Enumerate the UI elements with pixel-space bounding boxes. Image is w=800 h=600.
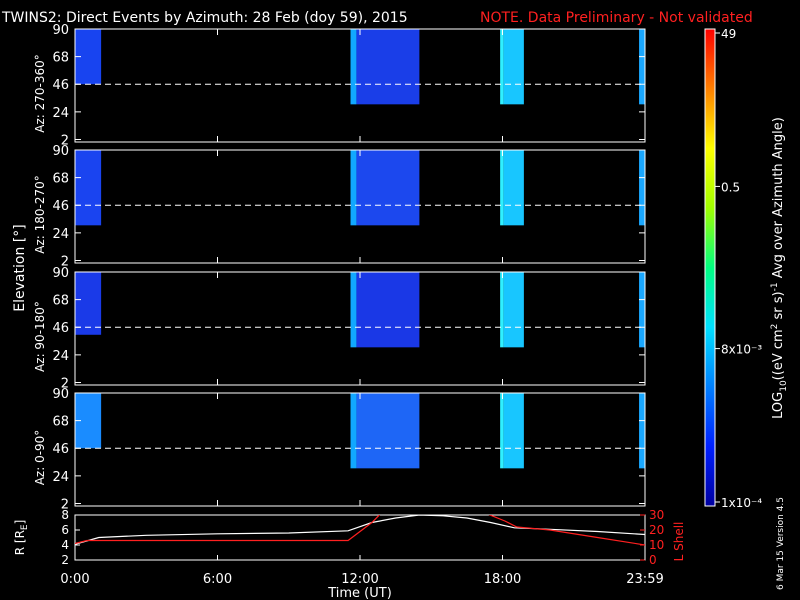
- panel-azimuth-label: Az: 180-270°: [33, 175, 47, 254]
- lshell-line: [75, 515, 645, 546]
- colorbar: 49 0.5 8x10⁻³ 1x10⁻⁴: [704, 27, 762, 510]
- y-tick-label: 90: [52, 23, 69, 38]
- left-y-tick-label: 4: [61, 538, 69, 552]
- y-tick-label: 46: [52, 442, 69, 457]
- heatmap-cell: [500, 29, 504, 105]
- heatmap-cell: [503, 272, 524, 348]
- y-tick-label: 24: [52, 470, 69, 485]
- y-tick-label: 46: [52, 78, 69, 93]
- heatmap-panel: 224466890Az: 180-270°: [33, 144, 646, 269]
- right-y-tick-label: 10: [649, 538, 664, 552]
- figure: TWINS2: Direct Events by Azimuth: 28 Feb…: [1, 10, 789, 600]
- colorbar-tick-label: 0.5: [721, 180, 740, 194]
- heatmap-cell: [350, 393, 357, 469]
- left-y-tick-label: 8: [61, 508, 69, 522]
- heatmap-cell: [350, 272, 357, 348]
- heatmap-cell: [500, 393, 504, 469]
- heatmap-cell: [639, 29, 645, 105]
- x-tick-label: 0:00: [60, 572, 89, 587]
- time-axis-label: Time (UT): [327, 586, 392, 600]
- y-tick-label: 46: [52, 321, 69, 336]
- orbit-plot: 2468 0102030 0:00 6:00 12:00 18:00 23:59 R [RE]…: [13, 508, 686, 600]
- y-tick-label: 90: [52, 387, 69, 402]
- r-axis-label: R [RE]: [13, 520, 30, 556]
- heatmap-cell: [639, 272, 645, 348]
- heatmap-cell: [350, 150, 357, 226]
- heatmap-cell: [639, 393, 645, 469]
- colorbar-tick-label: 8x10⁻³: [721, 343, 762, 357]
- left-y-tick-label: 6: [61, 523, 69, 537]
- y-tick-label: 24: [52, 349, 69, 364]
- colorbar-tick-label: 49: [721, 27, 736, 41]
- heatmap-cell: [356, 272, 420, 348]
- colorbar-tick-label: 1x10⁻⁴: [721, 496, 762, 510]
- x-tick-label: 23:59: [626, 572, 663, 587]
- heatmap-cell: [75, 150, 102, 226]
- lineplot-frame: [74, 514, 646, 561]
- right-y-tick-label: 0: [649, 553, 657, 567]
- colorbar-label: LOG10((eV cm2 sr s)-1 Avg over Azimuth A…: [770, 117, 789, 419]
- heatmap-panel: 224466890Az: 90-180°: [33, 266, 646, 391]
- heatmap-cell: [500, 150, 504, 226]
- data-note: NOTE. Data Preliminary - Not validated: [480, 10, 753, 26]
- lshell-axis-label: L Shell: [672, 522, 686, 562]
- panel-azimuth-label: Az: 270-360°: [33, 54, 47, 133]
- x-tick-label: 6:00: [203, 572, 232, 587]
- y-tick-label: 68: [52, 51, 69, 66]
- heatmap-panel: 224466890Az: 270-360°: [33, 23, 646, 148]
- x-tick-label: 18:00: [484, 572, 521, 587]
- heatmap-cell: [356, 150, 420, 226]
- right-y-tick-label: 20: [649, 523, 664, 537]
- heatmap-cell: [356, 393, 420, 469]
- heatmap-cell: [503, 29, 524, 105]
- heatmap-cell: [350, 29, 357, 105]
- colorbar-gradient: [704, 28, 716, 507]
- panel-azimuth-label: Az: 0-90°: [33, 430, 47, 486]
- heatmap-cell: [503, 393, 524, 469]
- y-tick-label: 68: [52, 172, 69, 187]
- y-tick-label: 68: [52, 415, 69, 430]
- panel-azimuth-label: Az: 90-180°: [33, 301, 47, 372]
- y-tick-label: 90: [52, 266, 69, 281]
- heatmap-cell: [356, 29, 420, 105]
- y-tick-label: 24: [52, 106, 69, 121]
- left-y-tick-label: 2: [61, 553, 69, 567]
- y-tick-label: 24: [52, 227, 69, 242]
- heatmap-cell: [639, 150, 645, 226]
- heatmap-panel: 224466890Az: 0-90°: [33, 387, 646, 512]
- heatmap-panels: 224466890Az: 270-360°224466890Az: 180-27…: [33, 23, 646, 512]
- version-note: 6 Mar 15 Version 4.5: [776, 497, 786, 590]
- heatmap-cell: [500, 272, 504, 348]
- elevation-axis-label: Elevation [°]: [12, 224, 28, 311]
- y-tick-label: 46: [52, 199, 69, 214]
- y-tick-label: 68: [52, 294, 69, 309]
- y-tick-label: 90: [52, 144, 69, 159]
- heatmap-cell: [503, 150, 524, 226]
- x-tick-label: 12:00: [341, 572, 378, 587]
- right-y-tick-label: 30: [649, 508, 664, 522]
- heatmap-cell: [75, 272, 102, 335]
